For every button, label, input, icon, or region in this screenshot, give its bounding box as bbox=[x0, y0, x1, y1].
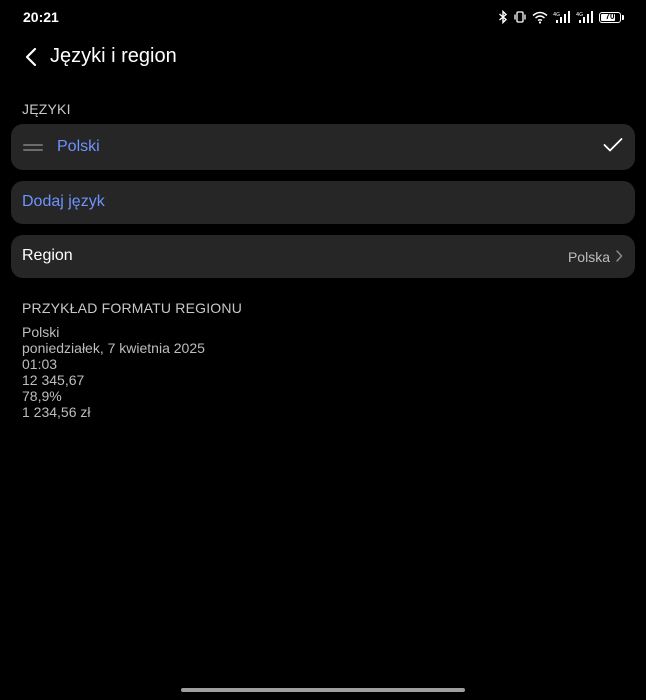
format-language: Polski bbox=[22, 324, 60, 340]
region-label: Region bbox=[22, 247, 73, 264]
region-row[interactable]: Region Polska bbox=[11, 235, 635, 278]
chevron-left-icon bbox=[25, 47, 37, 67]
languages-section-label: JĘZYKI bbox=[22, 101, 71, 117]
check-icon bbox=[603, 138, 623, 152]
language-item-polski[interactable]: Polski bbox=[11, 124, 635, 170]
svg-text:4G: 4G bbox=[576, 12, 583, 18]
battery-nub bbox=[622, 14, 624, 20]
format-example-lines: Polski poniedziałek, 7 kwietnia 2025 01:… bbox=[22, 324, 205, 420]
language-label: Polski bbox=[57, 138, 100, 155]
battery-icon: 70 bbox=[599, 11, 621, 23]
signal-icon: 4G bbox=[576, 10, 594, 24]
add-language-label: Dodaj język bbox=[22, 193, 105, 210]
status-bar: 20:21 4G 4G 70 bbox=[0, 0, 646, 34]
add-language-button[interactable]: Dodaj język bbox=[11, 181, 635, 224]
status-icons: 4G 4G 70 bbox=[498, 9, 624, 25]
page-title: Języki i region bbox=[50, 45, 177, 67]
format-currency: 1 234,56 zł bbox=[22, 404, 91, 420]
format-percent: 78,9% bbox=[22, 388, 62, 404]
format-date: poniedziałek, 7 kwietnia 2025 bbox=[22, 340, 205, 356]
drag-handle-icon[interactable] bbox=[23, 144, 43, 152]
status-time: 20:21 bbox=[23, 9, 59, 25]
format-example-label: PRZYKŁAD FORMATU REGIONU bbox=[22, 300, 243, 316]
home-indicator[interactable] bbox=[181, 688, 465, 692]
chevron-right-icon bbox=[616, 250, 623, 262]
bluetooth-icon bbox=[498, 10, 508, 24]
header: Języki i region bbox=[0, 38, 646, 78]
region-value: Polska bbox=[567, 249, 610, 265]
wifi-icon bbox=[532, 11, 548, 24]
back-button[interactable] bbox=[16, 42, 46, 72]
battery-level: 70 bbox=[605, 11, 615, 21]
vibrate-icon bbox=[513, 10, 527, 24]
signal-icon: 4G bbox=[553, 10, 571, 24]
format-time: 01:03 bbox=[22, 356, 58, 372]
format-number: 12 345,67 bbox=[22, 372, 85, 388]
svg-text:4G: 4G bbox=[553, 12, 560, 18]
